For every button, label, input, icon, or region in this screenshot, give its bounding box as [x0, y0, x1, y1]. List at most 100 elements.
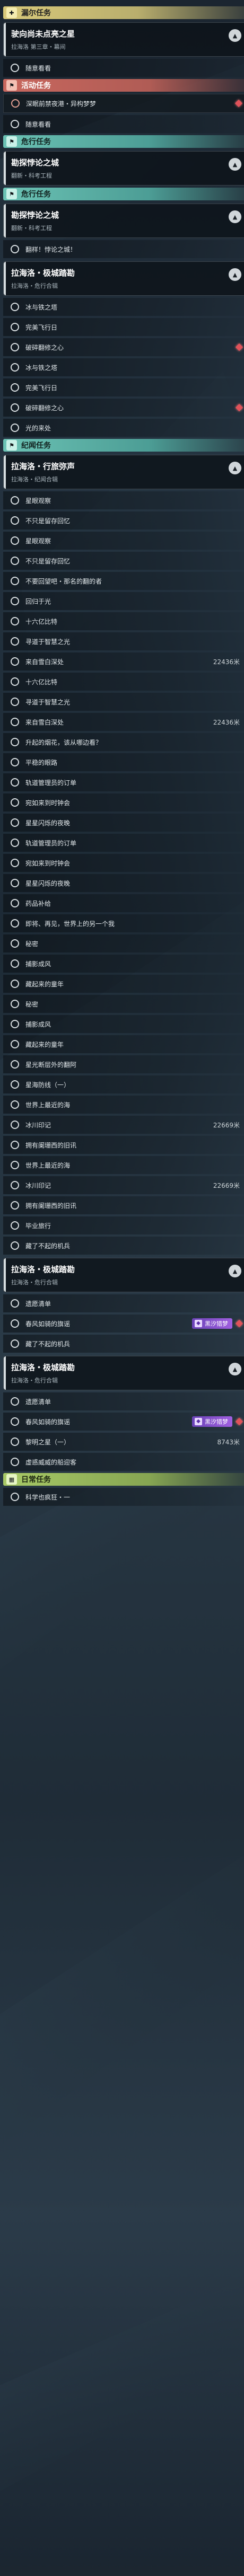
quest-step[interactable]: 冰与铁之塔	[3, 358, 244, 376]
quest-step[interactable]: 随意看看	[3, 59, 244, 77]
quest-subtitle: 拉海洛・纪闻合辑	[11, 476, 58, 483]
section-label: 漏尔任务	[21, 9, 51, 17]
circle-icon	[11, 899, 19, 907]
quest-step[interactable]: 春风如骑的旗谣 ◆ 黑汐猎梦	[3, 1315, 244, 1333]
quest-step[interactable]: 不要回望吧・那名的翻的者	[3, 572, 244, 590]
quest-step[interactable]: 藏了不起的机兵	[3, 1335, 244, 1353]
quest-step[interactable]: 轨道管理员的订单	[3, 773, 244, 791]
quest-step[interactable]: 冰川印记 22669米	[3, 1176, 244, 1194]
quest-step[interactable]: 不只是留存回忆	[3, 552, 244, 570]
quest-card[interactable]: 拉海洛・行旅弥声 拉海洛・纪闻合辑 ▲	[3, 455, 244, 489]
quest-card[interactable]: 拉海洛・极城踏勘 拉海洛・危行合辑 ▲	[3, 1258, 244, 1292]
quest-step[interactable]: 星星闪烁的夜晚	[3, 814, 244, 832]
chevron-up-icon[interactable]: ▲	[229, 1265, 241, 1277]
quest-step[interactable]: 世界上最近的海	[3, 1156, 244, 1174]
quest-step[interactable]: 轨道管理员的订单	[3, 834, 244, 852]
circle-icon	[11, 303, 19, 311]
quest-step[interactable]: 星光断层外的翻阿	[3, 1055, 244, 1073]
quest-step[interactable]: 藏起来的童年	[3, 1035, 244, 1053]
mech-icon: ◆	[195, 1320, 202, 1327]
quest-card[interactable]: 勘探悖论之城 翻新・科考工程 ▲	[3, 204, 244, 238]
quest-step-label: 虚惑威威的船迎客	[25, 1458, 77, 1466]
quest-step-label: 宛如来到时钟会	[25, 859, 71, 867]
quest-step[interactable]: 来自雪白深处 22436米	[3, 713, 244, 731]
quest-step[interactable]: 星海防线（一）	[3, 1075, 244, 1093]
quest-step[interactable]: 升起的烟花，该从哪边看？	[3, 733, 244, 751]
quest-step-label: 随意看看	[25, 64, 51, 72]
quest-step[interactable]: 即将、再见，世界上的另一个我	[3, 914, 244, 932]
chevron-up-icon[interactable]: ▲	[229, 29, 241, 42]
quest-step[interactable]: 星眼观察	[3, 532, 244, 550]
section-header-mission[interactable]: ⚑ 危行任务	[3, 135, 244, 148]
flag-icon: ⚑	[6, 136, 17, 147]
quest-card[interactable]: 拉海洛・极城踏勘 拉海洛・危行合辑 ▲	[3, 261, 244, 296]
chevron-up-icon[interactable]: ▲	[229, 462, 241, 474]
section-label: 活动任务	[21, 82, 51, 90]
quest-step[interactable]: 捕影成风	[3, 955, 244, 973]
chevron-up-icon[interactable]: ▲	[229, 210, 241, 223]
quest-title: 拉海洛・行旅弥声	[11, 462, 75, 471]
quest-step[interactable]: 秘密	[3, 934, 244, 952]
chevron-up-icon[interactable]: ▲	[229, 158, 241, 171]
quest-step[interactable]: 毕业旅行	[3, 1216, 244, 1234]
activity-item[interactable]: 深眠前禁夜港・异构梦梦	[3, 94, 244, 113]
quest-step[interactable]: 平稳的眼路	[3, 753, 244, 771]
quest-step[interactable]: 拥有阑珊西的旧讯	[3, 1196, 244, 1214]
section-header-daily[interactable]: ▦ 日常任务	[3, 1473, 244, 1486]
section-header-chronicle[interactable]: ⚑ 纪闻任务	[3, 439, 244, 452]
mech-badge[interactable]: ◆ 黑汐猎梦	[192, 1318, 232, 1329]
quest-step[interactable]: 随意看看	[3, 115, 244, 133]
quest-card[interactable]: 勘探悖论之城 翻新・科考工程 ▲	[3, 151, 244, 186]
circle-icon	[11, 363, 19, 372]
circle-icon	[11, 839, 19, 847]
quest-step-label: 星眼观察	[25, 537, 51, 545]
quest-step[interactable]: 世界上最近的海	[3, 1096, 244, 1114]
quest-step[interactable]: 寻道于智慧之光	[3, 632, 244, 650]
quest-title: 拉海洛・极城踏勘	[11, 1265, 75, 1274]
quest-step[interactable]: 宛如来到时钟会	[3, 854, 244, 872]
quest-step[interactable]: 来自雪白深处 22436米	[3, 652, 244, 671]
circle-icon	[11, 1299, 19, 1308]
quest-step[interactable]: 春风如骑的旗谣 ◆ 黑汐猎梦	[3, 1413, 244, 1431]
quest-step[interactable]: 回归于光	[3, 592, 244, 610]
quest-card[interactable]: 拉海洛・极城踏勘 拉海洛・危行合辑 ▲	[3, 1356, 244, 1390]
quest-step[interactable]: 十六亿比特	[3, 673, 244, 691]
quest-step[interactable]: 完美飞行日	[3, 378, 244, 396]
quest-step[interactable]: 完美飞行日	[3, 318, 244, 336]
quest-step[interactable]: 科学也疯狂・一	[3, 1488, 244, 1506]
quest-step[interactable]: 星星闪烁的夜晚	[3, 874, 244, 892]
quest-step-label: 藏了不起的机兵	[25, 1340, 71, 1348]
quest-step[interactable]: 虚惑威威的船迎客	[3, 1453, 244, 1471]
quest-step[interactable]: 十六亿比特	[3, 612, 244, 630]
quest-step[interactable]: 光的来处	[3, 419, 244, 437]
quest-step[interactable]: 捕影成风	[3, 1015, 244, 1033]
quest-step[interactable]: 藏了不起的机兵	[3, 1237, 244, 1255]
quest-step[interactable]: 黎明之星（一） 8743米	[3, 1433, 244, 1451]
quest-step-label: 毕业旅行	[25, 1222, 51, 1230]
quest-step[interactable]: 破碎翻修之心	[3, 338, 244, 356]
quest-step[interactable]: 寻道于智慧之光	[3, 693, 244, 711]
section-header-main[interactable]: ✚ 漏尔任务	[3, 6, 244, 19]
quest-step[interactable]: 不只是留存回忆	[3, 511, 244, 530]
quest-step[interactable]: 星眼观察	[3, 491, 244, 509]
quest-step[interactable]: 冰与铁之塔	[3, 298, 244, 316]
quest-step[interactable]: 藏起来的童年	[3, 975, 244, 993]
quest-subtitle: 翻新・科考工程	[11, 172, 52, 179]
quest-step[interactable]: 遗愿清单	[3, 1392, 244, 1410]
section-header-activity[interactable]: ⚑ 活动任务	[3, 79, 244, 92]
quest-step[interactable]: 破碎翻修之心	[3, 399, 244, 417]
quest-step[interactable]: 翻样！悖论之城！	[3, 240, 244, 258]
quest-step[interactable]: 宛如来到时钟会	[3, 793, 244, 811]
quest-step-label: 不只是留存回忆	[25, 517, 71, 525]
quest-step-label: 寻道于智慧之光	[25, 638, 71, 646]
chevron-up-icon[interactable]: ▲	[229, 268, 241, 281]
chevron-up-icon[interactable]: ▲	[229, 1363, 241, 1375]
mech-badge[interactable]: ◆ 黑汐猎梦	[192, 1416, 232, 1427]
quest-card[interactable]: 驶向尚未点亮之星 拉海洛 第三章・幕间 ▲	[3, 22, 244, 57]
quest-step[interactable]: 拥有阑珊西的旧讯	[3, 1136, 244, 1154]
quest-step[interactable]: 遗愿清单	[3, 1294, 244, 1312]
section-header-mission[interactable]: ⚑ 危行任务	[3, 188, 244, 200]
quest-step[interactable]: 药品补给	[3, 894, 244, 912]
quest-step[interactable]: 冰川印记 22669米	[3, 1116, 244, 1134]
quest-step[interactable]: 秘密	[3, 995, 244, 1013]
